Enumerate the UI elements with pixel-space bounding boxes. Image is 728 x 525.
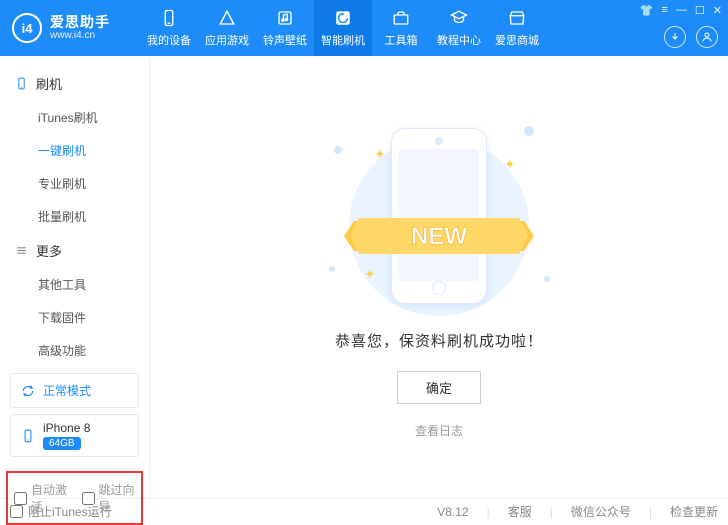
tutorial-icon	[449, 8, 469, 28]
app-icon	[217, 8, 237, 28]
check-update-link[interactable]: 检查更新	[670, 503, 718, 520]
device-mode-button[interactable]: 正常模式	[10, 373, 139, 408]
main-content: ✦ ✦ ✦ NEW 恭喜您，保资料刷机成功啦！ 确定 查看日志	[150, 56, 728, 498]
sidebar-item-batch-flash[interactable]: 批量刷机	[0, 200, 149, 233]
sidebar-group-more[interactable]: 更多	[0, 233, 149, 268]
device-card[interactable]: iPhone 8 64GB	[10, 414, 139, 457]
shop-icon	[507, 8, 527, 28]
nav-label: 我的设备	[147, 32, 191, 48]
success-message: 恭喜您，保资料刷机成功啦！	[335, 330, 543, 351]
flash-icon	[333, 8, 353, 28]
minimize-icon[interactable]: —	[676, 4, 687, 17]
sidebar-item-itunes-flash[interactable]: iTunes刷机	[0, 101, 149, 134]
block-itunes-checkbox[interactable]: 阻止iTunes运行	[10, 503, 112, 520]
success-illustration: ✦ ✦ ✦ NEW	[324, 116, 554, 316]
nav-label: 铃声壁纸	[263, 32, 307, 48]
nav-toolbox[interactable]: 工具箱	[372, 0, 430, 56]
top-bar: i4 爱思助手 www.i4.cn 我的设备 应用游戏 铃声壁纸 智能刷机 工具…	[0, 0, 728, 56]
group-label: 刷机	[36, 74, 62, 93]
sidebar-group-flash[interactable]: 刷机	[0, 66, 149, 101]
nav-flash[interactable]: 智能刷机	[314, 0, 372, 56]
nav-tutorials[interactable]: 教程中心	[430, 0, 488, 56]
top-nav: 我的设备 应用游戏 铃声壁纸 智能刷机 工具箱 教程中心 爱思商城	[140, 0, 546, 56]
device-mode-label: 正常模式	[43, 382, 91, 399]
refresh-icon	[21, 384, 35, 398]
nav-my-device[interactable]: 我的设备	[140, 0, 198, 56]
download-button[interactable]	[664, 26, 686, 48]
ok-button[interactable]: 确定	[397, 371, 481, 404]
view-log-link[interactable]: 查看日志	[415, 422, 463, 439]
device-icon	[159, 8, 179, 28]
sidebar-item-other-tools[interactable]: 其他工具	[0, 268, 149, 301]
nav-label: 教程中心	[437, 32, 481, 48]
nav-label: 应用游戏	[205, 32, 249, 48]
window-controls: 👕 ≡ — ☐ ✕	[640, 4, 722, 17]
list-icon	[14, 244, 28, 258]
close-icon[interactable]: ✕	[713, 4, 722, 17]
phone-icon	[21, 427, 35, 445]
music-icon	[275, 8, 295, 28]
device-name: iPhone 8	[43, 421, 90, 435]
skin-icon[interactable]: 👕	[640, 4, 654, 17]
app-url: www.i4.cn	[50, 30, 110, 42]
wechat-link[interactable]: 微信公众号	[571, 503, 631, 520]
sidebar: 刷机 iTunes刷机 一键刷机 专业刷机 批量刷机 更多 其他工具 下载固件 …	[0, 56, 150, 498]
maximize-icon[interactable]: ☐	[695, 4, 705, 17]
sidebar-item-advanced[interactable]: 高级功能	[0, 334, 149, 367]
nav-ringtones[interactable]: 铃声壁纸	[256, 0, 314, 56]
sidebar-item-pro-flash[interactable]: 专业刷机	[0, 167, 149, 200]
nav-apps[interactable]: 应用游戏	[198, 0, 256, 56]
nav-label: 爱思商城	[495, 32, 539, 48]
phone-icon	[14, 77, 28, 91]
nav-shop[interactable]: 爱思商城	[488, 0, 546, 56]
logo-icon: i4	[12, 13, 42, 43]
top-right-buttons	[664, 26, 718, 48]
svg-text:NEW: NEW	[411, 223, 467, 250]
device-storage-badge: 64GB	[43, 437, 81, 450]
new-ribbon: NEW	[344, 206, 534, 266]
menu-icon[interactable]: ≡	[661, 4, 667, 17]
group-label: 更多	[36, 241, 62, 260]
support-link[interactable]: 客服	[508, 503, 532, 520]
sidebar-item-download-firmware[interactable]: 下载固件	[0, 301, 149, 334]
nav-label: 智能刷机	[321, 32, 365, 48]
version-label: V8.12	[437, 505, 468, 519]
logo-area[interactable]: i4 爱思助手 www.i4.cn	[0, 13, 140, 43]
app-name: 爱思助手	[50, 14, 110, 30]
nav-label: 工具箱	[385, 32, 418, 48]
toolbox-icon	[391, 8, 411, 28]
user-button[interactable]	[696, 26, 718, 48]
sidebar-item-oneclick-flash[interactable]: 一键刷机	[0, 134, 149, 167]
